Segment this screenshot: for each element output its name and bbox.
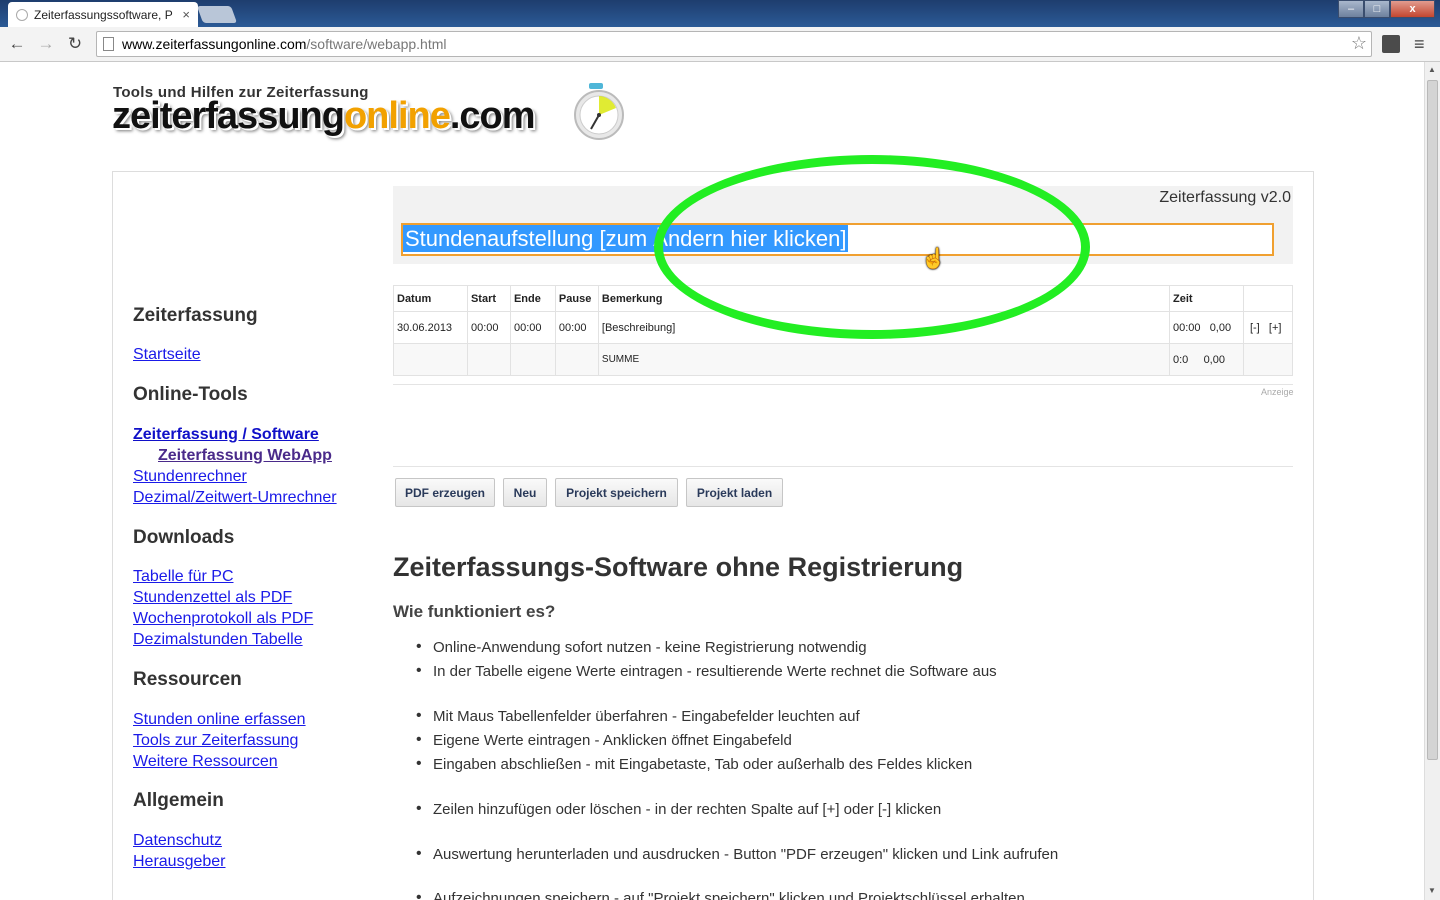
sum-empty-1 <box>393 343 468 376</box>
sidebar-link-wochenprotokoll-pdf[interactable]: Wochenprotokoll als PDF <box>133 610 313 628</box>
scroll-up-arrow-icon[interactable]: ▲ <box>1428 65 1436 74</box>
logo-part-1: zeiterfassung <box>112 95 345 137</box>
reload-icon[interactable]: ↻ <box>64 33 86 55</box>
list-item: Aufzeichnungen speichern - auf "Projekt … <box>416 889 1025 900</box>
forward-arrow-icon[interactable]: → <box>35 33 57 55</box>
browser-menu-icon[interactable]: ≡ <box>1414 34 1432 54</box>
list-item: Eigene Werte eintragen - Anklicken öffne… <box>416 731 792 749</box>
sidebar-link-zeiterfassung-webapp[interactable]: Zeiterfassung WebApp <box>158 447 332 465</box>
sidebar-link-startseite[interactable]: Startseite <box>133 346 201 364</box>
sidebar-heading-zeiterfassung: Zeiterfassung <box>133 305 258 326</box>
sum-label: SUMME <box>597 343 1170 376</box>
sidebar-link-herausgeber[interactable]: Herausgeber <box>133 853 226 871</box>
hand-cursor-icon: ☝ <box>921 248 946 270</box>
list-item: Online-Anwendung sofort nutzen - keine R… <box>416 638 867 656</box>
sidebar-link-dezimalstunden-tabelle[interactable]: Dezimalstunden Tabelle <box>133 631 303 649</box>
sidebar-heading-allgemein: Allgemein <box>133 790 224 811</box>
sum-empty-2 <box>466 343 511 376</box>
neu-button[interactable]: Neu <box>503 478 547 507</box>
sum-zeit: 0:0 0,00 <box>1168 343 1244 376</box>
cell-datum[interactable]: 30.06.2013 <box>393 311 468 344</box>
vertical-scrollbar[interactable]: ▲ ▼ <box>1424 62 1440 900</box>
new-tab-button[interactable] <box>196 6 238 23</box>
window-controls: – □ x <box>1338 0 1435 18</box>
tab-close-icon[interactable]: × <box>182 7 190 22</box>
add-row-button[interactable]: [+] <box>1269 322 1282 334</box>
page-viewport: Tools und Hilfen zur Zeiterfassung zeite… <box>0 62 1424 900</box>
sidebar-heading-online-tools: Online-Tools <box>133 384 248 405</box>
sidebar-link-dezimal-umrechner[interactable]: Dezimal/Zeitwert-Umrechner <box>133 489 337 507</box>
cell-zeit-value: 00:00 <box>1172 321 1201 334</box>
minimize-button[interactable]: – <box>1338 0 1364 18</box>
back-arrow-icon[interactable]: ← <box>6 33 28 55</box>
remove-row-button[interactable]: [-] <box>1250 322 1260 334</box>
cell-actions: [-] [+] <box>1242 311 1294 344</box>
article-title: Zeiterfassungs-Software ohne Registrieru… <box>393 552 964 582</box>
pdf-erzeugen-button[interactable]: PDF erzeugen <box>395 478 495 507</box>
sidebar-link-tabelle-pc[interactable]: Tabelle für PC <box>133 568 234 586</box>
browser-tab[interactable]: Zeiterfassungssoftware, P × <box>8 2 198 27</box>
sidebar-link-tools-zeiterfassung[interactable]: Tools zur Zeiterfassung <box>133 732 298 750</box>
cell-ende[interactable]: 00:00 <box>509 311 556 344</box>
maximize-button[interactable]: □ <box>1364 0 1390 18</box>
col-start: Start <box>466 285 511 312</box>
tab-title: Zeiterfassungssoftware, P <box>34 7 173 22</box>
url-host: www.zeiterfassungonline.com <box>122 36 307 52</box>
highlight-ellipse <box>654 155 1090 339</box>
col-ende: Ende <box>509 285 556 312</box>
page-icon <box>103 37 114 51</box>
sidebar-link-datenschutz[interactable]: Datenschutz <box>133 832 222 850</box>
sidebar-heading-downloads: Downloads <box>133 527 235 548</box>
col-actions <box>1242 285 1294 312</box>
browser-toolbar: ← → ↻ www.zeiterfassungonline.com/softwa… <box>0 27 1440 62</box>
list-item: Mit Maus Tabellenfelder überfahren - Ein… <box>416 707 860 725</box>
scroll-down-arrow-icon[interactable]: ▼ <box>1428 886 1436 895</box>
projekt-speichern-button[interactable]: Projekt speichern <box>555 478 678 507</box>
projekt-laden-button[interactable]: Projekt laden <box>686 478 783 507</box>
article-subtitle: Wie funktioniert es? <box>393 602 556 621</box>
address-bar[interactable]: www.zeiterfassungonline.com/software/web… <box>96 31 1372 57</box>
col-pause: Pause <box>554 285 599 312</box>
bookmark-star-icon[interactable]: ☆ <box>1351 33 1367 54</box>
divider <box>393 384 1293 385</box>
site-logo[interactable]: zeiterfassungonline.com <box>112 95 536 138</box>
cell-pause[interactable]: 00:00 <box>554 311 599 344</box>
sum-zeit-value: 0:0 <box>1172 353 1189 366</box>
sum-row: SUMME 0:0 0,00 <box>393 343 1294 376</box>
sum-empty-3 <box>509 343 556 376</box>
browser-titlebar: Zeiterfassungssoftware, P × – □ x <box>0 0 1440 27</box>
col-zeit: Zeit <box>1168 285 1244 312</box>
extension-icon[interactable] <box>1382 35 1400 53</box>
close-window-button[interactable]: x <box>1390 0 1435 18</box>
list-item: Eingaben abschließen - mit Eingabetaste,… <box>416 755 972 773</box>
sidebar-link-zeiterfassung-software[interactable]: Zeiterfassung / Software <box>133 426 319 444</box>
cell-start[interactable]: 00:00 <box>466 311 511 344</box>
list-item: Zeilen hinzufügen oder löschen - in der … <box>416 800 941 818</box>
divider <box>393 466 1293 467</box>
sidebar-link-weitere-ressourcen[interactable]: Weitere Ressourcen <box>133 753 278 771</box>
stopwatch-favicon-icon <box>16 8 28 21</box>
cell-dezimal-value: 0,00 <box>1209 321 1232 334</box>
logo-part-3: .com <box>449 95 536 137</box>
stopwatch-logo-icon <box>574 83 624 140</box>
url-path: /software/webapp.html <box>306 36 447 52</box>
sum-empty-4 <box>554 343 599 376</box>
cell-zeit: 00:00 0,00 <box>1168 311 1244 344</box>
col-datum: Datum <box>393 285 468 312</box>
logo-part-2: online <box>343 95 451 137</box>
ad-label: Anzeige <box>1261 387 1294 397</box>
sidebar-link-stunden-online[interactable]: Stunden online erfassen <box>133 711 306 729</box>
sidebar-link-stundenrechner[interactable]: Stundenrechner <box>133 468 247 486</box>
list-item: Auswertung herunterladen und ausdrucken … <box>416 845 1058 863</box>
sum-dezimal-value: 0,00 <box>1203 353 1225 366</box>
sidebar-link-stundenzettel-pdf[interactable]: Stundenzettel als PDF <box>133 589 292 607</box>
scrollbar-thumb[interactable] <box>1427 80 1438 760</box>
sidebar-heading-ressourcen: Ressourcen <box>133 669 242 690</box>
sum-empty-5 <box>1242 343 1294 376</box>
list-item: In der Tabelle eigene Werte eintragen - … <box>416 662 997 680</box>
app-version: Zeiterfassung v2.0 <box>1159 189 1291 206</box>
